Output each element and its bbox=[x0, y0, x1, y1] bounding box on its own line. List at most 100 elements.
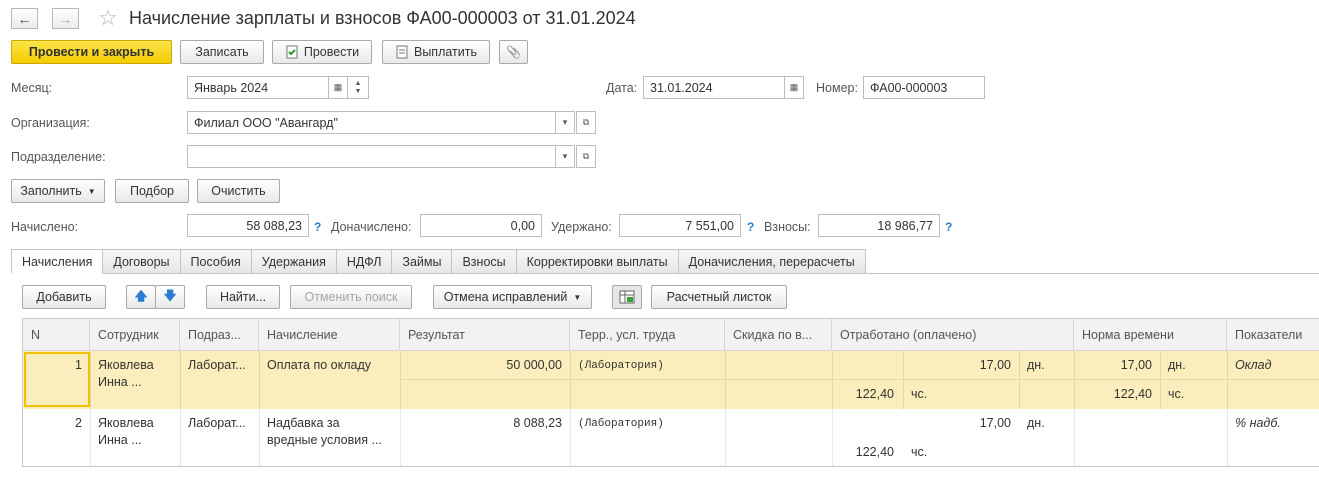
column-divider bbox=[90, 351, 91, 409]
result-amount: 50 000,00 bbox=[506, 358, 562, 372]
save-button[interactable]: Записать bbox=[180, 40, 264, 64]
favorite-star-icon[interactable]: ☆ bbox=[98, 5, 118, 31]
indicator-cell: % надб. bbox=[1235, 416, 1281, 430]
column-divider bbox=[725, 409, 726, 466]
department-cell: Лаборат... bbox=[188, 358, 246, 372]
department-dropdown-button[interactable]: ▾ bbox=[555, 145, 575, 168]
withheld-value: 7 551,00 bbox=[619, 214, 741, 237]
tab-benefits[interactable]: Пособия bbox=[180, 249, 252, 274]
accrued-help-icon[interactable]: ? bbox=[314, 220, 321, 234]
organization-field[interactable]: Филиал ООО "Авангард" bbox=[187, 111, 556, 134]
column-header-discount[interactable]: Скидка по в... bbox=[725, 319, 832, 351]
post-document-icon bbox=[286, 45, 298, 59]
find-button[interactable]: Найти... bbox=[206, 285, 280, 309]
add-row-button[interactable]: Добавить bbox=[22, 285, 106, 309]
table-row[interactable]: 2 Яковлева Инна ... Лаборат... Надбавка з… bbox=[23, 409, 1319, 466]
worked-hours: 122,40 bbox=[855, 387, 894, 401]
department-field[interactable] bbox=[187, 145, 556, 168]
column-header-result[interactable]: Результат bbox=[400, 319, 570, 351]
column-divider bbox=[1019, 351, 1020, 409]
organization-open-button[interactable]: ⧉ bbox=[576, 111, 596, 134]
column-divider bbox=[90, 409, 91, 466]
move-down-button[interactable]: 🡇 bbox=[155, 285, 185, 309]
contributions-value: 18 986,77 bbox=[818, 214, 940, 237]
accrual-type: Надбавка за вредные условия ... bbox=[267, 416, 382, 447]
tab-loans[interactable]: Займы bbox=[392, 249, 453, 274]
tab-accruals[interactable]: Начисления bbox=[11, 249, 104, 274]
column-header-norm[interactable]: Норма времени bbox=[1074, 319, 1227, 351]
worked-days-unit: дн. bbox=[1027, 416, 1045, 430]
post-button[interactable]: Провести bbox=[272, 40, 372, 64]
withheld-help-icon[interactable]: ? bbox=[747, 220, 754, 234]
column-divider bbox=[1160, 351, 1161, 409]
norm-days: 17,00 bbox=[1120, 358, 1152, 372]
month-field[interactable]: Январь 2024 bbox=[187, 76, 329, 99]
table-settings-icon bbox=[619, 290, 635, 304]
column-divider bbox=[1227, 409, 1228, 466]
tab-payment-corrections[interactable]: Корректировки выплаты bbox=[516, 249, 679, 274]
column-header-indicators[interactable]: Показатели bbox=[1227, 319, 1319, 351]
department-open-button[interactable]: ⧉ bbox=[576, 145, 596, 168]
column-header-worked[interactable]: Отработано (оплачено) bbox=[832, 319, 1074, 351]
row-number: 2 bbox=[75, 416, 82, 430]
worked-days: 17,00 bbox=[979, 358, 1011, 372]
date-label: Дата: bbox=[606, 81, 638, 95]
forward-button[interactable]: → bbox=[52, 8, 79, 29]
cancel-search-button[interactable]: Отменить поиск bbox=[290, 285, 412, 309]
tab-contributions[interactable]: Взносы bbox=[452, 249, 517, 274]
column-header-department[interactable]: Подраз... bbox=[180, 319, 259, 351]
tab-ndfl[interactable]: НДФЛ bbox=[336, 249, 393, 274]
indicator-cell: Оклад bbox=[1235, 358, 1272, 372]
chevron-down-icon: ▾ bbox=[562, 117, 568, 127]
post-button-label: Провести bbox=[303, 45, 360, 59]
back-button[interactable]: ← bbox=[11, 8, 38, 29]
row-number: 1 bbox=[75, 358, 82, 372]
territory-cell: (Лаборатория) bbox=[578, 418, 664, 430]
column-divider bbox=[1074, 409, 1075, 466]
employee-name: Яковлева Инна ... bbox=[98, 416, 154, 447]
number-field[interactable]: ФА00-000003 bbox=[863, 76, 985, 99]
stepper-up-icon: ▲ bbox=[354, 79, 362, 87]
post-and-close-button[interactable]: Провести и закрыть bbox=[11, 40, 172, 64]
department-label: Подразделение: bbox=[11, 150, 106, 164]
month-stepper[interactable]: ▲ ▼ bbox=[347, 76, 369, 99]
calendar-button[interactable]: ▦ bbox=[328, 76, 348, 99]
column-header-employee[interactable]: Сотрудник bbox=[90, 319, 180, 351]
undo-corrections-button[interactable]: Отмена исправлений ▼ bbox=[433, 285, 592, 309]
norm-hours-unit: чс. bbox=[1168, 387, 1185, 401]
employee-name: Яковлева Инна ... bbox=[98, 358, 154, 389]
column-header-n[interactable]: N bbox=[23, 319, 90, 351]
result-amount: 8 088,23 bbox=[513, 416, 562, 430]
select-button[interactable]: Подбор bbox=[115, 179, 189, 203]
tab-bar: Начисления Договоры Пособия Удержания НД… bbox=[11, 249, 866, 274]
row-subdivider bbox=[400, 379, 1319, 380]
payslip-button[interactable]: Расчетный листок bbox=[651, 285, 787, 309]
tab-recalculations[interactable]: Доначисления, перерасчеты bbox=[678, 249, 866, 274]
organization-dropdown-button[interactable]: ▾ bbox=[555, 111, 575, 134]
column-divider bbox=[1227, 351, 1228, 409]
contributions-help-icon[interactable]: ? bbox=[945, 220, 952, 234]
department-cell: Лаборат... bbox=[188, 416, 246, 430]
tab-contracts[interactable]: Договоры bbox=[103, 249, 181, 274]
pay-button[interactable]: Выплатить bbox=[382, 40, 490, 64]
arrow-left-icon: ← bbox=[17, 10, 32, 27]
calendar-icon: ▦ bbox=[789, 82, 799, 92]
fill-button[interactable]: Заполнить ▼ bbox=[11, 179, 105, 203]
worked-hours-unit: чс. bbox=[911, 445, 928, 459]
column-header-territory[interactable]: Терр., усл. труда bbox=[570, 319, 725, 351]
clear-button[interactable]: Очистить bbox=[197, 179, 280, 203]
chevron-down-icon: ▼ bbox=[573, 292, 582, 302]
tab-deductions[interactable]: Удержания bbox=[251, 249, 337, 274]
contributions-label: Взносы: bbox=[764, 220, 811, 234]
worked-hours: 122,40 bbox=[855, 445, 894, 459]
move-up-button[interactable]: 🡅 bbox=[126, 285, 156, 309]
table-row[interactable]: 1 Яковлева Инна ... Лаборат... Оплата по … bbox=[23, 351, 1319, 409]
attach-button[interactable]: 📎 bbox=[499, 40, 528, 64]
date-field[interactable]: 31.01.2024 bbox=[643, 76, 785, 99]
date-calendar-button[interactable]: ▦ bbox=[784, 76, 804, 99]
show-columns-button[interactable] bbox=[612, 285, 642, 309]
norm-days-unit: дн. bbox=[1168, 358, 1186, 372]
accruals-table: N Сотрудник Подраз... Начисление Результ… bbox=[22, 318, 1319, 467]
calendar-icon: ▦ bbox=[333, 82, 343, 92]
column-header-accrual[interactable]: Начисление bbox=[259, 319, 400, 351]
